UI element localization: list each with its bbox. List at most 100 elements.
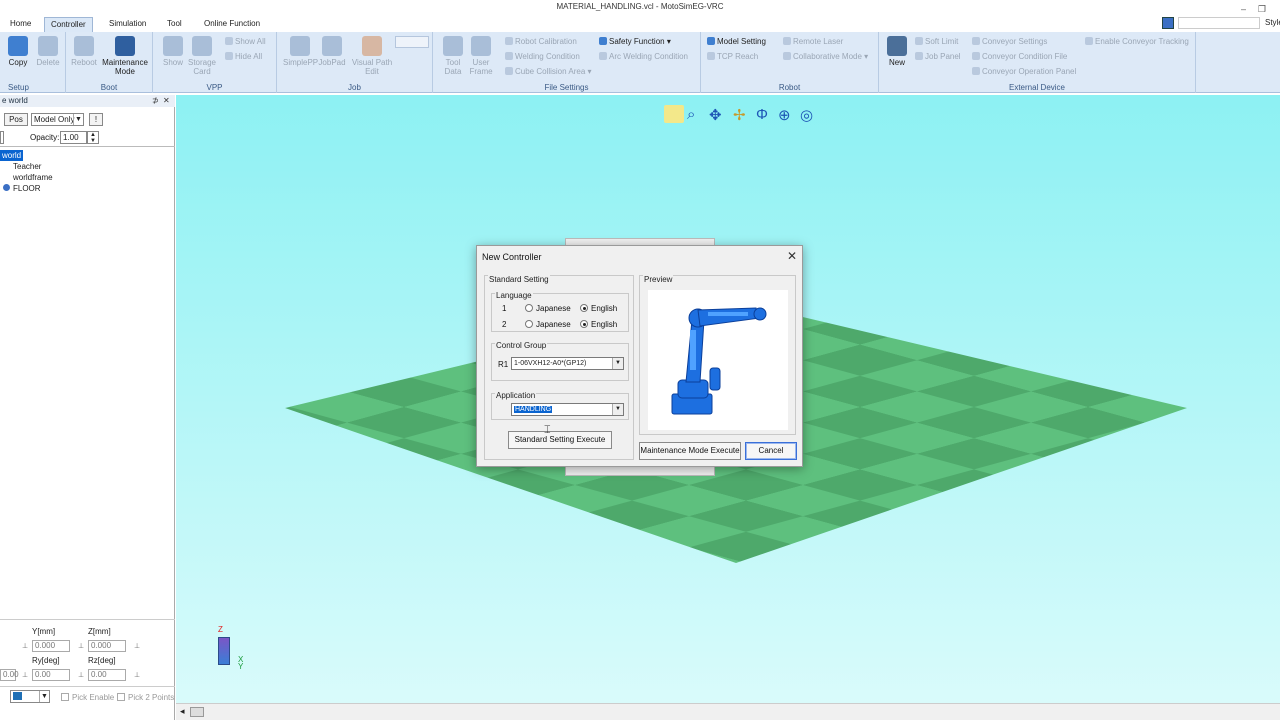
y-input[interactable]: 0.000 xyxy=(32,640,70,652)
model-setting-button[interactable]: Model Setting xyxy=(707,37,766,47)
lang1-english-radio[interactable] xyxy=(580,304,588,312)
lang1-japanese-radio[interactable] xyxy=(525,304,533,312)
opacity-input[interactable]: 1.00 xyxy=(60,131,87,144)
z-stepper[interactable]: ⊥ xyxy=(76,641,86,653)
copy-button[interactable]: Copy xyxy=(4,36,32,67)
maintenance-mode-execute-button[interactable]: Maintenance Mode Execute xyxy=(639,442,741,460)
style-select[interactable] xyxy=(1178,17,1260,29)
scroll-thumb[interactable] xyxy=(190,707,204,717)
zoom-icon[interactable]: ⊕ xyxy=(778,106,791,124)
ribbon-group-setup: Copy Delete Setup xyxy=(0,32,66,93)
tree-item-teacher[interactable]: Teacher xyxy=(13,161,41,172)
pick-enable-checkbox[interactable] xyxy=(61,693,69,701)
application-select[interactable]: HANDLING ▼ xyxy=(511,403,624,416)
delete-button[interactable]: Delete xyxy=(34,36,62,67)
tab-home[interactable]: Home xyxy=(4,17,37,32)
orbit-icon[interactable]: Φ xyxy=(756,106,768,123)
cancel-button[interactable]: Cancel xyxy=(745,442,797,460)
pick-2points-checkbox[interactable] xyxy=(117,693,125,701)
conveyor-operation-panel-button[interactable]: Conveyor Operation Panel xyxy=(972,67,1076,77)
close-panel-icon[interactable]: ✕ xyxy=(163,95,170,107)
jobpad-icon xyxy=(322,36,342,56)
close-icon[interactable]: ✕ xyxy=(787,249,797,263)
ribbon-group-file-settings: Tool Data User Frame Robot Calibration W… xyxy=(433,32,701,93)
enable-conveyor-tracking-button[interactable]: Enable Conveyor Tracking xyxy=(1085,37,1189,47)
restore-icon[interactable]: ❐ xyxy=(1258,2,1266,16)
ry-stepper[interactable]: ⊥ xyxy=(20,670,30,682)
rz-input[interactable]: 0.00 xyxy=(88,669,126,681)
pan-icon[interactable]: ✥ xyxy=(709,106,722,124)
rotate-view-icon[interactable] xyxy=(664,105,684,123)
coords-divider xyxy=(0,619,175,620)
hide-all-button[interactable]: Hide All xyxy=(225,52,262,62)
scroll-left-icon[interactable]: ◂ xyxy=(180,706,185,717)
ry-input[interactable]: 0.00 xyxy=(32,669,70,681)
tab-controller[interactable]: Controller xyxy=(44,17,93,32)
cube-collision-button[interactable]: Cube Collision Area ▾ xyxy=(505,67,592,77)
storage-card-button[interactable]: Storage Card xyxy=(187,36,217,76)
new-external-button[interactable]: New xyxy=(883,36,911,67)
rz-stepper-right[interactable]: ⊥ xyxy=(132,670,142,682)
zoom-box-icon[interactable]: ⌕ xyxy=(687,106,695,123)
collaborative-mode-button[interactable]: Collaborative Mode ▾ xyxy=(783,52,868,62)
show-button[interactable]: Show xyxy=(159,36,187,67)
arc-welding-label: Arc Welding Condition xyxy=(609,52,689,61)
soft-limit-button[interactable]: Soft Limit xyxy=(915,37,958,47)
lang2-japanese-radio[interactable] xyxy=(525,320,533,328)
tab-simulation[interactable]: Simulation xyxy=(103,17,152,32)
pos-button[interactable]: Pos xyxy=(4,113,28,126)
conveyor-condition-file-button[interactable]: Conveyor Condition File xyxy=(972,52,1067,62)
tab-online-function[interactable]: Online Function xyxy=(198,17,266,32)
rx-input[interactable]: 0.00 xyxy=(0,669,19,681)
help-icon[interactable] xyxy=(1162,17,1174,29)
job-panel-button[interactable]: Job Panel xyxy=(915,52,961,62)
show-all-icon xyxy=(225,37,233,45)
lang2-english-radio[interactable] xyxy=(580,320,588,328)
tree-item-world[interactable]: world xyxy=(0,150,24,161)
remote-laser-button[interactable]: Remote Laser xyxy=(783,37,843,47)
tree-item-floor[interactable]: FLOOR xyxy=(13,183,41,194)
tool-data-icon xyxy=(443,36,463,56)
tree-item-worldframe[interactable]: worldframe xyxy=(13,172,53,183)
tab-tool[interactable]: Tool xyxy=(161,17,188,32)
fit-view-icon[interactable]: ◎ xyxy=(800,106,813,124)
preview-label: Preview xyxy=(643,275,674,284)
maintenance-mode-button[interactable]: Maintenance Mode xyxy=(102,36,148,76)
z-stepper-right[interactable]: ⊥ xyxy=(132,641,142,653)
lang2-english-label: English xyxy=(591,320,618,329)
mode-select[interactable]: Model Only ▼ xyxy=(31,113,84,126)
rz-stepper[interactable]: ⊥ xyxy=(76,670,86,682)
copy-label: Copy xyxy=(8,58,28,67)
job-select[interactable] xyxy=(395,36,429,48)
opacity-spinner[interactable]: ▲ ▼ xyxy=(87,131,99,144)
reboot-button[interactable]: Reboot xyxy=(70,36,98,67)
tcp-reach-icon xyxy=(707,52,715,60)
horizontal-scrollbar[interactable]: ◂ xyxy=(176,703,1280,720)
info-button[interactable]: ! xyxy=(89,113,103,126)
minimize-icon[interactable]: – xyxy=(1241,2,1246,16)
tcp-reach-label: TCP Reach xyxy=(717,52,759,61)
pin-icon[interactable]: ⊅ xyxy=(152,95,159,107)
control-group-select[interactable]: 1-06VXH12-A0*(GP12) ▼ xyxy=(511,357,624,370)
tool-data-button[interactable]: Tool Data xyxy=(439,36,467,76)
tcp-reach-button[interactable]: TCP Reach xyxy=(707,52,758,62)
panel-side-control[interactable] xyxy=(0,131,4,144)
show-all-button[interactable]: Show All xyxy=(225,37,266,47)
z-input[interactable]: 0.000 xyxy=(88,640,126,652)
standard-setting-execute-button[interactable]: Standard Setting Execute xyxy=(508,431,612,449)
visual-path-label: Visual Path Edit xyxy=(351,58,393,76)
jobpad-button[interactable]: JobPad xyxy=(317,36,347,67)
welding-condition-button[interactable]: Welding Condition xyxy=(505,52,580,62)
safety-function-button[interactable]: Safety Function ▾ xyxy=(599,37,671,47)
simplepp-button[interactable]: SimplePP xyxy=(283,36,318,67)
left-panel: e world ⊅ ✕ Pos Model Only ▼ ! Opacity: 1… xyxy=(0,95,175,720)
visual-path-edit-button[interactable]: Visual Path Edit xyxy=(351,36,393,76)
conveyor-settings-button[interactable]: Conveyor Settings xyxy=(972,37,1047,47)
y-stepper[interactable]: ⊥ xyxy=(20,641,30,653)
move-icon[interactable]: ✢ xyxy=(733,106,746,124)
user-frame-button[interactable]: User Frame xyxy=(467,36,495,76)
color-select[interactable]: ▼ xyxy=(10,690,50,703)
arc-welding-button[interactable]: Arc Welding Condition xyxy=(599,52,688,62)
robot-calibration-button[interactable]: Robot Calibration xyxy=(505,37,577,47)
robot-preview-image xyxy=(648,290,788,430)
